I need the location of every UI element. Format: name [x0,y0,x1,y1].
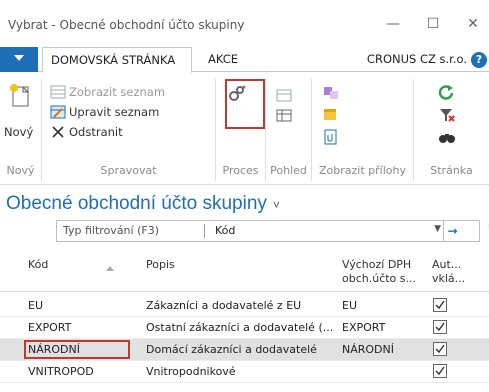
caret-down-icon [14,55,24,61]
filter-input[interactable]: Typ filtrování (F3) [63,224,159,237]
check-icon [435,344,445,354]
column-header-vat-line2: obch.účto s... [342,272,417,285]
edit-list-icon [50,105,66,119]
group-label-manage: Spravovat [100,164,157,177]
sort-ascending-icon[interactable] [106,266,114,271]
table-row[interactable]: EU Zákazníci a dodavatelé z EU EU [0,295,489,317]
table-row[interactable]: EXPORT Ostatní zákazníci a dodavatelé (.… [0,317,489,339]
ribbon-group-new: Nový Nový [0,79,42,181]
company-name[interactable]: CRONUS CZ s.r.o. [367,47,467,72]
ribbon-group-view: Pohled [266,79,312,181]
ribbon: Nový Nový Zobrazit seznam Upravit seznam… [0,73,489,185]
delete-button[interactable]: Odstranit [50,125,123,139]
new-button[interactable]: Nový [4,125,33,139]
maximize-button[interactable]: ☐ [418,14,448,34]
cell-description[interactable]: Vnitropodnikové [146,365,236,378]
column-header-vat-line1[interactable]: Výchozí DPH [342,258,411,272]
cell-description[interactable]: Zákazníci a dodavatelé z EU [146,299,301,312]
view-list-label: Zobrazit seznam [69,85,166,99]
group-label-process: Proces [222,164,259,177]
cell-description[interactable]: Ostatní zákazníci a dodavatelé (... [146,321,333,334]
auto-insert-checkbox[interactable] [433,342,447,356]
window-title: Vybrat - Obecné obchodní účto skupiny [8,18,245,32]
edit-list-button[interactable]: Upravit seznam [50,105,159,119]
dropdown-arrow-icon[interactable]: ▼ [434,224,441,234]
cell-description[interactable]: Domácí zákazníci a dodavatelé [146,343,317,356]
column-header-code[interactable]: Kód [28,258,48,272]
cell-vat[interactable]: EU [342,299,357,312]
window-titlebar: Vybrat - Obecné obchodní účto skupiny — … [0,0,489,44]
group-label-page: Stránka [430,164,473,177]
cell-vat[interactable]: EXPORT [342,321,385,334]
column-header-auto-line2: vklá... [432,272,466,285]
refresh-icon[interactable] [438,85,456,101]
group-label-view: Pohled [270,164,307,177]
cell-code[interactable]: EXPORT [28,321,71,334]
apply-filter-button[interactable]: → [443,221,461,241]
ribbon-tabs: DOMOVSKÁ STRÁNKA AKCE CRONUS CZ s.r.o. ? [0,47,489,73]
close-button[interactable]: ✕ [458,14,488,34]
auto-insert-checkbox[interactable] [433,364,447,378]
highlight-process-box [225,79,265,129]
edit-list-label: Upravit seznam [69,105,160,119]
new-document-icon [10,84,30,107]
ribbon-group-attachments: Zobrazit přílohy [312,79,414,181]
chevron-down-icon[interactable]: ˅ [273,198,280,212]
check-icon [435,300,445,310]
links-icon[interactable] [322,85,340,101]
filter-separator [204,224,205,238]
table-row[interactable]: VNITROPOD Vnitropodnikové [0,361,489,383]
group-label-attachments: Zobrazit přílohy [319,164,406,177]
clear-filter-icon[interactable] [438,107,456,123]
table-row-selected[interactable]: NÁRODNÍ Domácí zákazníci a dodavatelé NÁ… [0,339,489,361]
page-title: Obecné obchodní účto skupiny [6,193,267,214]
auto-insert-checkbox[interactable] [433,298,447,312]
cell-code[interactable]: EU [28,299,43,312]
column-header-description[interactable]: Popis [146,258,175,272]
help-icon[interactable]: ? [471,52,487,68]
notes-icon[interactable] [322,107,340,123]
auto-insert-checkbox[interactable] [433,320,447,334]
page-title-wrap[interactable]: Obecné obchodní účto skupiny ˅ [6,193,280,215]
column-header-auto-line1[interactable]: Aut... [432,258,461,272]
view-details-icon[interactable] [276,109,294,123]
tab-actions[interactable]: AKCE [200,47,246,73]
ribbon-group-page: Stránka [414,79,489,181]
table-header: Kód Popis Výchozí DPH obch.účto s... Aut… [0,250,489,292]
find-binoculars-icon[interactable] [438,129,456,145]
filter-field-select[interactable]: Kód [215,224,235,237]
view-list-icon [50,85,66,99]
tab-home[interactable]: DOMOVSKÁ STRÁNKA [42,47,192,73]
delete-label: Odstranit [69,125,123,139]
group-label-new: Nový [6,164,35,177]
cell-code[interactable]: NÁRODNÍ [28,343,80,356]
cell-code[interactable]: VNITROPOD [28,365,94,378]
file-menu-button[interactable] [0,47,38,72]
ribbon-group-manage: Zobrazit seznam Upravit seznam Odstranit… [42,79,216,181]
attachment-icon[interactable] [322,129,340,145]
check-icon [435,366,445,376]
delete-x-icon [52,126,64,138]
view-list-button[interactable]: Zobrazit seznam [50,85,165,99]
view-icon[interactable] [276,89,294,103]
cell-vat[interactable]: NÁRODNÍ [342,343,394,356]
minimize-button[interactable]: — [378,14,408,34]
check-icon [435,322,445,332]
filter-bar: Typ filtrování (F3) Kód ▼ → ˅ [56,220,489,242]
